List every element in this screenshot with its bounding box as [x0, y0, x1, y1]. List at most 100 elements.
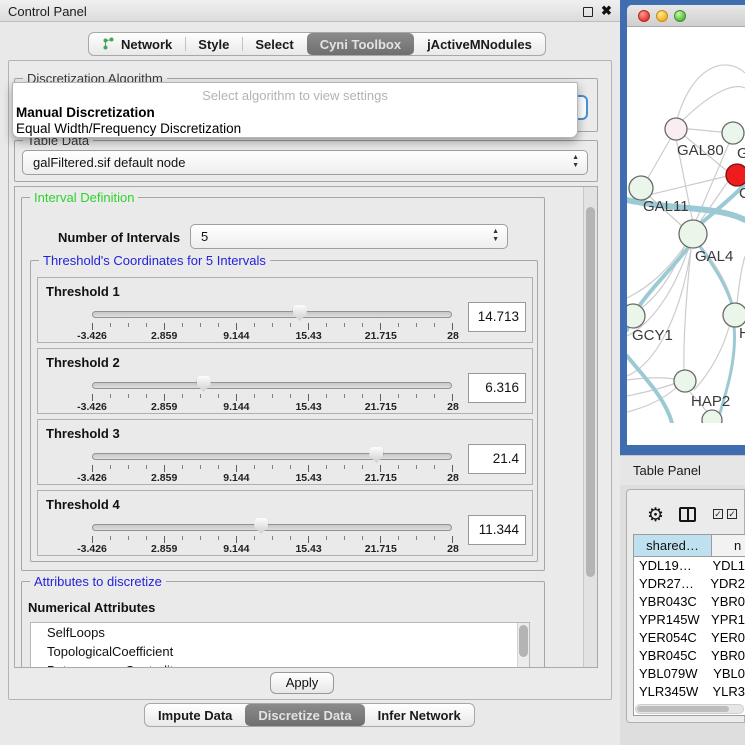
minimize-traffic-light-icon[interactable]	[656, 10, 668, 22]
cell[interactable]: YBR043C	[634, 593, 709, 611]
list-item[interactable]: BetweennessCentrality	[31, 661, 529, 668]
node-gcy1[interactable]	[627, 304, 645, 328]
tab-impute-data-label: Impute Data	[158, 708, 232, 723]
tab-discretize-data[interactable]: Discretize Data	[245, 704, 364, 726]
node-top-right[interactable]	[722, 122, 744, 144]
float-window-icon[interactable]	[583, 7, 593, 17]
tick-labels: -3.426 2.859 9.144 15.43 21.715 28	[92, 543, 453, 555]
tab-infer-network-label: Infer Network	[378, 708, 461, 723]
table-row[interactable]: YBR043CYBR0	[634, 593, 745, 611]
threshold-3-slider-track[interactable]	[92, 453, 452, 460]
attributes-scrollbar[interactable]	[517, 623, 529, 668]
node-gal4[interactable]	[679, 220, 707, 248]
tab-style-label: Style	[198, 37, 229, 52]
major-ticks	[92, 536, 453, 543]
bottom-tab-bar: Impute Data Discretize Data Infer Networ…	[144, 703, 475, 727]
list-item[interactable]: SelfLoops	[31, 623, 529, 642]
checkbox-icon[interactable]: ✓	[727, 509, 737, 519]
dropdown-item-manual[interactable]: Manual Discretization	[16, 105, 155, 120]
major-ticks	[92, 323, 453, 330]
gear-icon[interactable]: ⚙	[647, 504, 664, 527]
split-columns-icon[interactable]	[679, 507, 696, 522]
table-row[interactable]: YBL079WYBL0	[634, 665, 745, 683]
tab-network[interactable]: Network	[89, 33, 185, 55]
table-row[interactable]: YDL19…YDL1	[634, 557, 745, 575]
table-row[interactable]: YDR27…YDR2	[634, 575, 745, 593]
node-label: HAP2	[691, 393, 730, 410]
threshold-2-value-field[interactable]: 6.316	[468, 373, 526, 403]
threshold-3-slider-thumb[interactable]	[369, 447, 383, 463]
table-row[interactable]: YLR345WYLR3	[634, 683, 745, 701]
cell[interactable]: YDR2	[708, 575, 745, 593]
tick-labels: -3.426 2.859 9.144 15.43 21.715 28	[92, 472, 453, 484]
node-hap2[interactable]	[674, 370, 696, 392]
table-row[interactable]: YBR045CYBR0	[634, 647, 745, 665]
threshold-1-box: Threshold 1 -3.426 2.859 9.144 15.43 21.…	[37, 277, 533, 343]
tick-label: -3.426	[77, 330, 107, 342]
cell[interactable]: YBR045C	[634, 647, 709, 665]
tab-style[interactable]: Style	[185, 33, 242, 55]
cell[interactable]: YBL0	[711, 665, 745, 683]
zoom-traffic-light-icon[interactable]	[674, 10, 686, 22]
num-intervals-spinner[interactable]: 5 ▲▼	[190, 224, 508, 249]
cell[interactable]: YPR145W	[634, 611, 709, 629]
threshold-2-slider-thumb[interactable]	[197, 376, 211, 392]
tab-jactivemnodules[interactable]: jActiveMNodules	[414, 33, 545, 55]
column-header-shared[interactable]: shared…	[634, 535, 712, 556]
checkbox-icon[interactable]: ✓	[713, 509, 723, 519]
apply-button[interactable]: Apply	[270, 672, 334, 694]
cell[interactable]: YDL19…	[634, 557, 710, 575]
tab-impute-data[interactable]: Impute Data	[145, 704, 245, 726]
tab-discretize-data-label: Discretize Data	[258, 708, 351, 723]
table-row[interactable]: YPR145WYPR1	[634, 611, 745, 629]
table-data-combo[interactable]: galFiltered.sif default node ▲▼	[22, 150, 588, 175]
node-gal11[interactable]	[629, 176, 653, 200]
cell[interactable]: YDL1	[710, 557, 745, 575]
threshold-1-value-field[interactable]: 14.713	[468, 302, 526, 332]
threshold-4-slider-thumb[interactable]	[254, 518, 268, 534]
numerical-attributes-list[interactable]: SelfLoops TopologicalCoefficient Between…	[30, 622, 530, 668]
table-horizontal-scrollbar[interactable]	[635, 704, 744, 714]
scrollbar-thumb[interactable]	[586, 207, 595, 577]
threshold-1-slider-track[interactable]	[92, 311, 452, 318]
tab-select[interactable]: Select	[242, 33, 306, 55]
cell[interactable]: YPR1	[709, 611, 745, 629]
list-item[interactable]: TopologicalCoefficient	[31, 642, 529, 661]
tab-infer-network[interactable]: Infer Network	[365, 704, 474, 726]
cell[interactable]: YDR27…	[634, 575, 708, 593]
threshold-4-slider-track[interactable]	[92, 524, 452, 531]
tick-label: 15.43	[295, 401, 321, 413]
table-row[interactable]: YER054CYER0	[634, 629, 745, 647]
tick-label: -3.426	[77, 543, 107, 555]
column-header-name[interactable]: n	[712, 535, 745, 556]
tick-labels: -3.426 2.859 9.144 15.43 21.715 28	[92, 401, 453, 413]
scrollbar-thumb[interactable]	[637, 706, 729, 712]
cell[interactable]: YER0	[709, 629, 745, 647]
tick-label: 28	[447, 330, 459, 342]
threshold-3-value-field[interactable]: 21.4	[468, 444, 526, 474]
settings-vertical-scrollbar[interactable]	[583, 187, 597, 667]
threshold-1-slider-thumb[interactable]	[293, 305, 307, 321]
close-traffic-light-icon[interactable]	[638, 10, 650, 22]
tab-cyni-toolbox[interactable]: Cyni Toolbox	[307, 33, 414, 55]
close-icon[interactable]: ✖	[601, 3, 612, 19]
tick-label: 21.715	[365, 401, 397, 413]
tick-label: 15.43	[295, 543, 321, 555]
threshold-2-slider-track[interactable]	[92, 382, 452, 389]
scrollbar-thumb[interactable]	[519, 625, 528, 657]
cell[interactable]: YER054C	[634, 629, 709, 647]
tick-label: 2.859	[151, 330, 177, 342]
network-canvas[interactable]: GAL80 GAL11 GAL4 GCY1 HAP2 G. C H	[627, 28, 745, 423]
node-h[interactable]	[723, 303, 745, 327]
cell[interactable]: YLR3	[710, 683, 745, 701]
numerical-attributes-label: Numerical Attributes	[28, 600, 155, 615]
cell[interactable]: YBR0	[709, 647, 745, 665]
node-gal80[interactable]	[665, 118, 687, 140]
threshold-4-value-field[interactable]: 11.344	[468, 515, 526, 545]
node-label: H	[739, 325, 745, 342]
dropdown-item-equal-width[interactable]: Equal Width/Frequency Discretization	[16, 121, 241, 136]
node-red[interactable]	[726, 164, 745, 186]
cell[interactable]: YBL079W	[634, 665, 711, 683]
cell[interactable]: YBR0	[709, 593, 745, 611]
cell[interactable]: YLR345W	[634, 683, 710, 701]
